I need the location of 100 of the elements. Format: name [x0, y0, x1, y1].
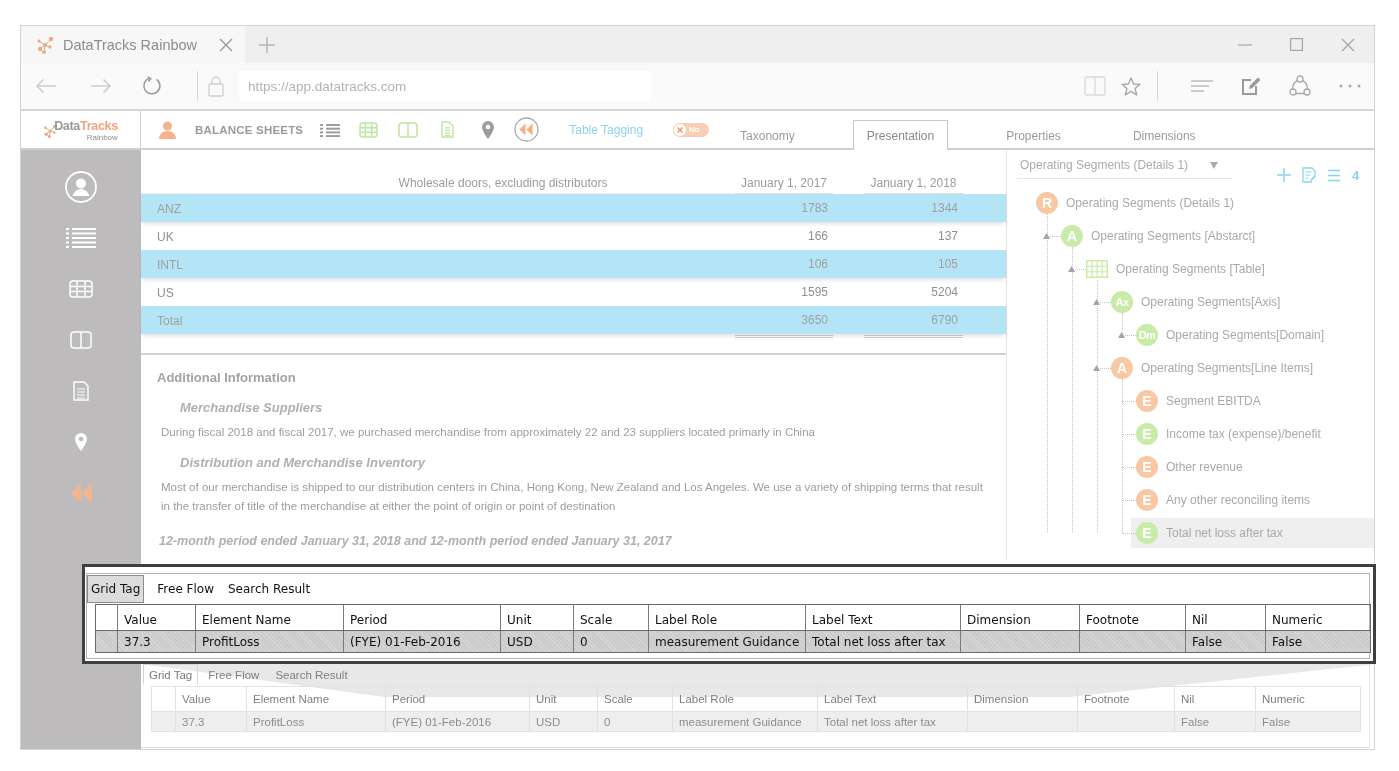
person-icon[interactable]: [159, 120, 176, 139]
type-badge: R: [1036, 191, 1058, 214]
triangle-icon[interactable]: [1093, 364, 1100, 371]
user-icon[interactable]: [65, 170, 97, 203]
table-cell: 0: [598, 712, 673, 731]
type-badge: E: [1136, 521, 1158, 544]
toggle-switch[interactable]: No: [673, 122, 710, 137]
type-badge: A: [1111, 356, 1133, 379]
tree-item[interactable]: E Other revenue: [1131, 451, 1374, 482]
document-icon[interactable]: [441, 121, 455, 138]
tab[interactable]: Presentation: [852, 120, 949, 150]
grid-tab[interactable]: Search Result: [222, 575, 317, 603]
subsection-heading: Distribution and Merchandise Inventory: [180, 454, 427, 472]
type-badge: A: [1061, 224, 1083, 247]
location-pin-icon[interactable]: [74, 431, 88, 452]
tab[interactable]: Dimensions: [1118, 121, 1210, 150]
logo-subtitle: Rainbow: [86, 133, 118, 142]
grid-row[interactable]: 37.3 ProfitLoss (FYE) 01-Feb-2016 USD 0 measurement Guidance Total net loss after tax False False: [152, 711, 1360, 731]
list-icon[interactable]: [1327, 168, 1341, 182]
grid-tab[interactable]: Free Flow: [202, 664, 266, 685]
table-cell: ProfitLoss: [247, 712, 386, 731]
tree-item[interactable]: Dm Operating Segments[Domain]: [1131, 319, 1374, 350]
triangle-icon[interactable]: [1118, 331, 1125, 338]
plus-icon[interactable]: [1277, 168, 1291, 182]
table-icon[interactable]: [359, 121, 379, 138]
tree-item[interactable]: Operating Segments [Table]: [1081, 253, 1374, 284]
table-cell: False: [1186, 631, 1266, 652]
back-arrow-icon[interactable]: [35, 78, 57, 94]
table-cell: ProfitLoss: [196, 631, 344, 652]
table-cell: USD: [501, 631, 574, 652]
table-cell: (FYE) 01-Feb-2016: [386, 712, 530, 731]
tab[interactable]: Taxonomy: [726, 121, 809, 150]
table-cell-text: 6790: [930, 313, 959, 327]
tree-item[interactable]: A Operating Segments[Line Items]: [1106, 352, 1374, 383]
split-view-icon[interactable]: [398, 121, 419, 138]
minimize-icon[interactable]: [1238, 43, 1252, 46]
table-cell-text: 166: [806, 229, 829, 243]
row-label: US: [156, 285, 175, 300]
row-label: ANZ: [156, 201, 182, 216]
count-label: 4: [1352, 167, 1360, 183]
paragraph: During fiscal 2018 and fiscal 2017, we purchased merchandise from approximately 22 and 23 suppliers located primarly in China: [161, 425, 816, 440]
tree-item[interactable]: R Operating Segments (Details 1): [1031, 187, 1374, 218]
column-header: Numeric: [1271, 611, 1324, 629]
list-icon[interactable]: [320, 122, 341, 137]
note-icon[interactable]: [1241, 76, 1261, 96]
table-cell-text: 1344: [930, 201, 959, 215]
type-badge: E: [1136, 455, 1158, 478]
tree-item[interactable]: E Income tax (expense)/benefit: [1131, 418, 1374, 449]
grid-tab[interactable]: Free Flow: [151, 575, 220, 603]
rewind-icon[interactable]: [514, 117, 540, 142]
plus-icon[interactable]: [259, 36, 275, 53]
tree-item[interactable]: E Segment EBITDA: [1131, 385, 1374, 416]
list-icon[interactable]: [66, 227, 96, 248]
table-cell-text: 137: [936, 229, 959, 243]
forward-arrow-icon[interactable]: [90, 78, 112, 94]
tree-item[interactable]: E Total net loss after tax: [1131, 517, 1374, 548]
paragraph: Most of our merchandise is shipped to our distribution centers in China, Hong Kong, New Zealand and Los Angeles. We use a variety of shipping terms that result in the transfer of title of the merchandise at either the point of origin or point of destination: [161, 480, 984, 514]
table-cell-text: 5204: [930, 285, 959, 299]
triangle-icon[interactable]: [1093, 298, 1100, 305]
browser-tab[interactable]: DataTracks Rainbow: [21, 26, 245, 63]
triangle-icon[interactable]: [1068, 265, 1075, 272]
close-icon[interactable]: [1341, 37, 1355, 52]
table-cell: measurement Guidance: [649, 631, 806, 652]
table-cell: 37.3: [176, 712, 247, 731]
caret-icon: [1210, 162, 1218, 169]
type-badge: Ax: [1111, 290, 1133, 313]
sheet-title: BALANCE SHEETS: [195, 123, 304, 136]
book-icon[interactable]: [1084, 76, 1106, 96]
close-icon[interactable]: [219, 37, 233, 52]
table-cell: (FYE) 01-Feb-2016: [344, 631, 501, 652]
type-badge: Dm: [1136, 323, 1158, 346]
logo-wordmark: DataTracks: [54, 120, 118, 133]
maximize-icon[interactable]: [1290, 38, 1303, 51]
rewind-icon[interactable]: [69, 481, 93, 504]
tree-item[interactable]: E Any other reconciling items: [1131, 484, 1374, 515]
tree-item[interactable]: Ax Operating Segments[Axis]: [1106, 286, 1374, 317]
tree-item[interactable]: A Operating Segments [Abstarct]: [1056, 220, 1374, 251]
star-icon[interactable]: [1121, 76, 1141, 96]
lines-icon[interactable]: [1190, 79, 1214, 93]
period-note: 12-month period ended January 31, 2018 and 12-month period ended January 31, 2017: [159, 533, 673, 550]
grid-tab[interactable]: Grid Tag: [87, 575, 145, 603]
row-label: INTL: [156, 257, 184, 272]
share-icon[interactable]: [1289, 75, 1311, 97]
grid-tab[interactable]: Search Result: [269, 664, 354, 685]
table-cell-text: 3650: [800, 313, 829, 327]
table-cell: measurement Guidance: [673, 712, 818, 731]
reload-icon[interactable]: [142, 76, 162, 96]
location-pin-icon[interactable]: [481, 119, 496, 140]
lock-icon: [208, 75, 224, 97]
dropdown[interactable]: Operating Segments (Details 1): [1017, 157, 1232, 179]
grid-row[interactable]: 37.3 ProfitLoss (FYE) 01-Feb-2016 USD 0 measurement Guidance Total net loss after tax False False: [96, 630, 1370, 652]
subsection-heading: Merchandise Suppliers: [180, 399, 324, 417]
table-cell-text: 1595: [800, 285, 829, 299]
tab[interactable]: Properties: [992, 121, 1075, 150]
triangle-icon[interactable]: [1043, 232, 1050, 239]
table-cell-text: 1783: [800, 201, 829, 215]
edit-document-icon[interactable]: [1302, 167, 1316, 183]
address-field[interactable]: https://app.datatracks.com: [239, 71, 651, 101]
table-cell-text: False: [1271, 633, 1304, 651]
logo-icon: [36, 34, 54, 55]
